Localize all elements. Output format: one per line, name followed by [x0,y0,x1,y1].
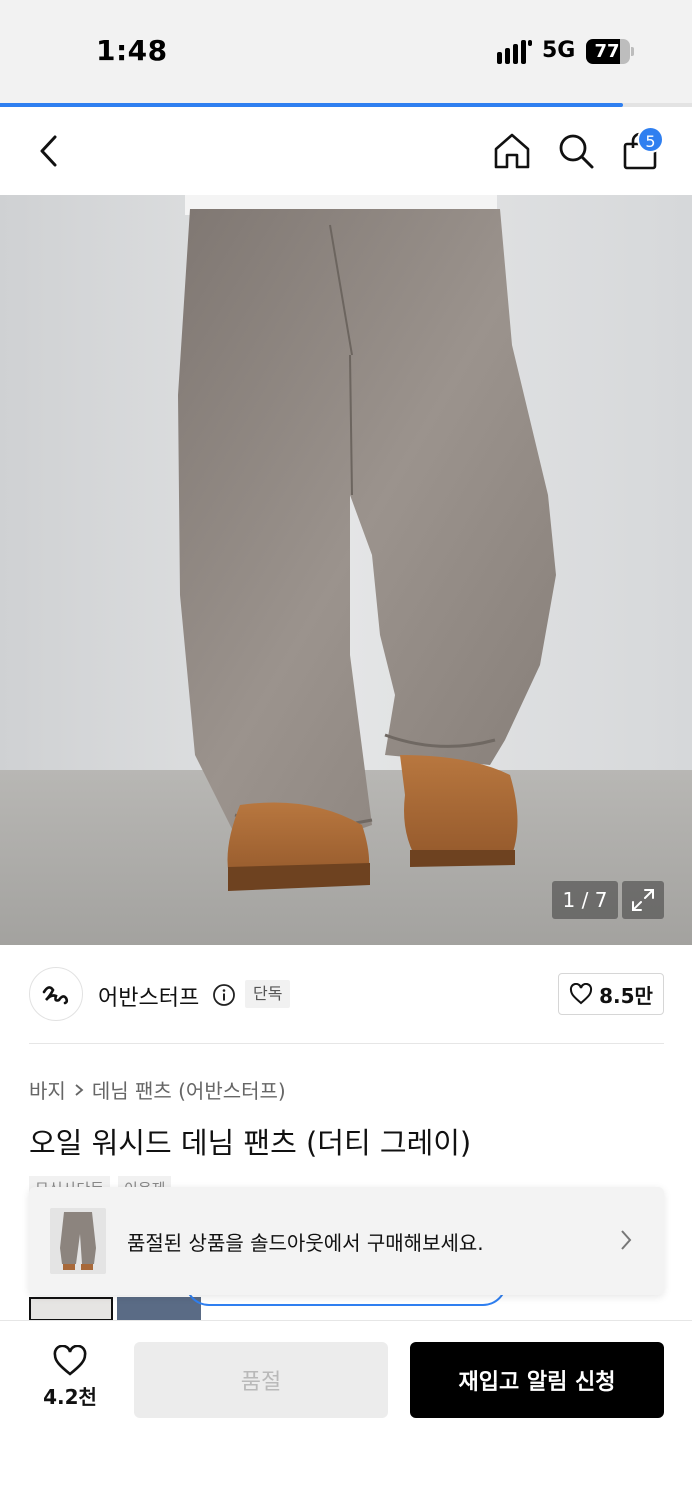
brand-logo-mark [42,986,69,1005]
expand-image-button[interactable] [622,881,664,919]
top-navbar [0,107,692,195]
battery-nub [631,47,634,56]
heart-icon [53,1345,87,1376]
signal-icon [497,40,533,64]
product-image-gallery[interactable] [0,195,692,945]
brand-like-count: 8.5만 [599,983,653,1008]
expand-icon [632,889,654,911]
status-time: 1:48 [96,34,168,67]
battery-empty-segment [620,39,630,64]
wishlist-count: 4.2천 [43,1385,97,1409]
section-divider [29,1043,664,1044]
home-icon [494,133,530,169]
soldout-banner-text: 품절된 상품을 솔드아웃에서 구매해보세요. [127,1231,484,1255]
soldout-button: 품절 [134,1342,388,1418]
heart-icon [570,983,593,1005]
wishlist-button[interactable]: 4.2천 [36,1345,104,1415]
product-title: 오일 워시드 데님 팬츠 (더티 그레이) [29,1126,472,1160]
exclusive-badge: 단독 [245,980,291,1008]
cart-count-badge: 5 [637,126,664,153]
search-button[interactable] [554,129,598,173]
info-icon[interactable] [212,983,236,1007]
status-bar: 1:48 5G 77 [0,0,692,103]
chevron-right-icon [621,1230,632,1250]
brand-logo[interactable] [29,967,83,1021]
color-option-thumbnail[interactable] [117,1297,201,1321]
soldout-marketplace-banner[interactable]: 품절된 상품을 솔드아웃에서 구매해보세요. [29,1187,664,1295]
network-label: 5G [542,38,576,63]
back-arrow-icon [40,135,57,167]
search-icon [559,134,594,169]
product-photo [0,195,692,945]
image-counter: 1 / 7 [552,881,618,919]
soldout-product-thumbnail [50,1208,106,1274]
brand-like-button[interactable]: 8.5만 [558,973,664,1015]
back-button[interactable] [28,129,72,173]
breadcrumb: 바지 데님 팬츠 (어반스터프) [29,1075,286,1104]
breadcrumb-category[interactable]: 바지 [29,1075,66,1104]
color-option-thumbnail-selected[interactable] [29,1297,113,1321]
restock-alert-button[interactable]: 재입고 알림 신청 [410,1342,664,1418]
breadcrumb-subcategory[interactable]: 데님 팬츠 (어반스터프) [92,1075,286,1104]
home-button[interactable] [490,129,534,173]
chevron-right-icon [75,1083,84,1096]
brand-name[interactable]: 어반스터프 [98,980,199,1012]
